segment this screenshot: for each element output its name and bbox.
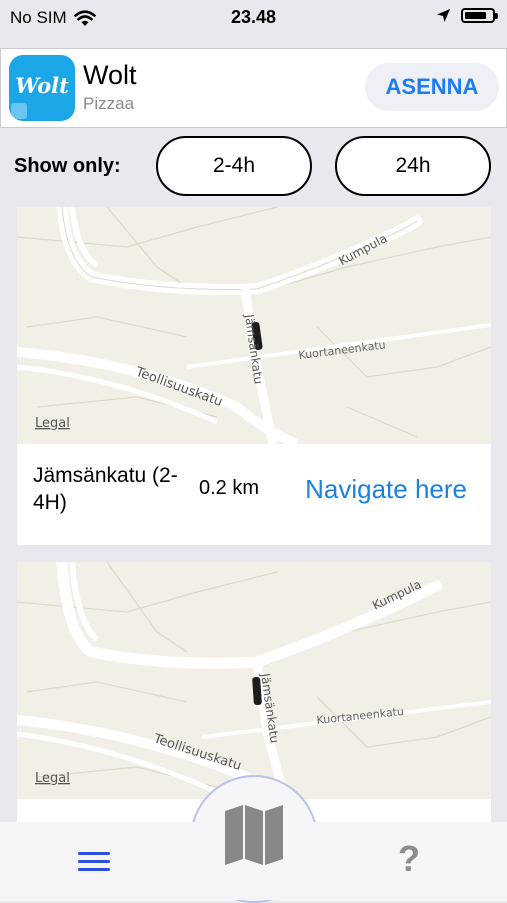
parking-card[interactable]: Kumpula Jämsänkatu Kuortaneenkatu Teolli…	[17, 207, 491, 545]
map-legal-link[interactable]: Legal	[35, 416, 70, 431]
ad-app-name: Wolt	[83, 60, 137, 90]
map-icon[interactable]	[223, 803, 285, 865]
question-icon[interactable]: ?	[398, 838, 420, 880]
wolt-app-icon[interactable]: Wolt	[9, 55, 75, 121]
navigate-here-link[interactable]: Navigate here	[305, 474, 467, 505]
filter-label: Show only:	[14, 155, 121, 177]
install-button[interactable]: ASENNA	[365, 63, 499, 111]
status-bar: No SIM 23.48	[0, 0, 507, 36]
filter-24h-button[interactable]: 24h	[335, 136, 491, 196]
hamburger-icon[interactable]	[78, 850, 112, 874]
battery-level	[465, 12, 486, 19]
map-view[interactable]: Kumpula Jämsänkatu Kuortaneenkatu Teolli…	[17, 562, 491, 799]
status-icons	[436, 8, 498, 23]
wolt-logo: Wolt	[15, 73, 69, 98]
card-info: Jämsänkatu (2-4H) 0.2 km Navigate here	[17, 444, 491, 545]
location-name: Jämsänkatu (2-4H)	[33, 464, 178, 514]
ad-badge-icon	[11, 103, 27, 119]
clock: 23.48	[230, 7, 277, 27]
map-view[interactable]: Kumpula Jämsänkatu Kuortaneenkatu Teolli…	[17, 207, 491, 444]
ad-banner[interactable]: Wolt Wolt Pizzaa ASENNA	[0, 48, 507, 128]
location-arrow-icon	[437, 9, 450, 22]
ad-subtitle: Pizzaa	[83, 94, 135, 113]
battery-icon	[461, 8, 498, 23]
location-distance: 0.2 km	[199, 477, 260, 499]
filter-2-4h-button[interactable]: 2-4h	[156, 136, 312, 196]
filter-bar: Show only: 2-4h 24h	[0, 136, 507, 198]
map-legal-link[interactable]: Legal	[35, 771, 70, 786]
